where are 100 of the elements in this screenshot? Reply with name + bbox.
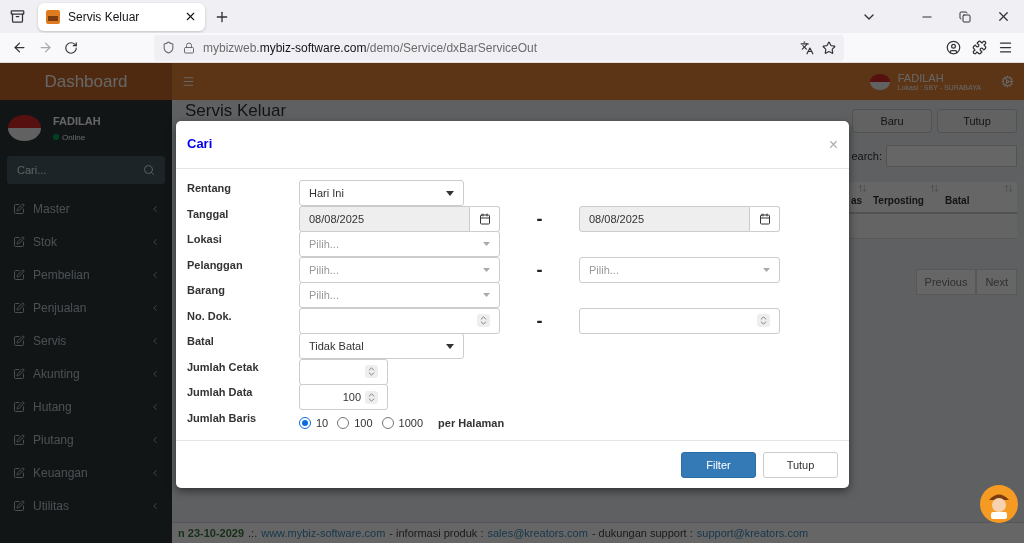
- chevron-icon: [150, 467, 160, 478]
- footer-link[interactable]: support@kreators.com: [696, 527, 809, 539]
- chevron-icon: [150, 434, 160, 445]
- edit-icon: [13, 268, 25, 281]
- close-button[interactable]: Tutup: [763, 451, 838, 478]
- filter-button[interactable]: Filter: [681, 451, 756, 478]
- combo-box[interactable]: Pilih...: [579, 256, 780, 283]
- radio-button[interactable]: [381, 417, 394, 430]
- field-label: Rentang: [187, 181, 232, 196]
- calendar-button[interactable]: [470, 205, 500, 232]
- range-dash: -: [535, 258, 544, 282]
- spinner-icon: [477, 314, 490, 327]
- combo-box[interactable]: Pilih...: [299, 256, 500, 283]
- combo-box[interactable]: Pilih...: [299, 282, 500, 308]
- field-label: Jumlah Data: [187, 385, 254, 400]
- translate-icon[interactable]: [800, 40, 814, 55]
- field-label: Tanggal: [187, 206, 230, 222]
- puzzle-icon[interactable]: [971, 40, 987, 55]
- calendar-icon: [758, 212, 771, 225]
- edit-icon: [13, 235, 25, 248]
- chevron-icon: [150, 368, 160, 379]
- suffix-text: per Halaman: [438, 417, 505, 430]
- chevron-icon: [150, 401, 160, 412]
- status-text: Online: [62, 132, 86, 142]
- range-dash: -: [535, 207, 544, 231]
- lock-icon: [183, 41, 195, 54]
- edit-icon: [13, 334, 25, 347]
- edit-icon: [13, 367, 25, 380]
- radio-option[interactable]: 10: [299, 417, 329, 430]
- dropdown[interactable]: Tidak Batal: [299, 333, 464, 359]
- page-button[interactable]: Baru: [852, 109, 932, 133]
- edit-icon: [13, 202, 25, 215]
- caret-icon: [483, 242, 490, 246]
- footer-text: - informasi produk :: [389, 527, 484, 539]
- dialog-title: Cari: [187, 136, 213, 151]
- combo-box[interactable]: Pilih...: [299, 231, 500, 257]
- star-icon[interactable]: [822, 40, 836, 55]
- status-dot: [53, 134, 59, 140]
- caret-icon: [446, 190, 454, 196]
- close-icon[interactable]: [184, 10, 197, 23]
- number-field[interactable]: [299, 307, 500, 334]
- page-title: Servis Keluar: [185, 101, 287, 120]
- field-label: Pelanggan: [187, 257, 244, 273]
- column-header[interactable]: as: [849, 182, 871, 212]
- close-button[interactable]: ×: [828, 135, 838, 154]
- edit-icon: [13, 400, 25, 413]
- user-name: FADILAH: [897, 71, 945, 85]
- chevron-icon: [150, 500, 160, 511]
- avatar-flag: [8, 114, 41, 142]
- shield-icon: [162, 41, 175, 54]
- field-label: Jumlah Baris: [187, 410, 258, 426]
- number-field[interactable]: 100: [299, 384, 388, 410]
- tab-list-icon[interactable]: [9, 9, 25, 24]
- assistant-icon[interactable]: [980, 485, 1018, 523]
- chevron-icon: [150, 236, 160, 247]
- calendar-icon: [478, 212, 491, 225]
- edit-icon: [13, 499, 25, 512]
- edit-icon: [13, 466, 25, 479]
- footer-text: - dukungan support :: [591, 527, 693, 539]
- user-name: FADILAH: [53, 114, 101, 127]
- footer-separator: .:.: [248, 527, 258, 539]
- radio-button[interactable]: [337, 417, 350, 430]
- reload-icon[interactable]: [64, 40, 78, 55]
- column-header[interactable]: Terposting: [871, 182, 943, 212]
- browser-tab[interactable]: Servis Keluar: [38, 2, 205, 31]
- number-field[interactable]: [579, 307, 780, 334]
- edit-icon: [13, 433, 25, 446]
- spinner-icon: [757, 314, 770, 327]
- range-dash: -: [535, 309, 544, 333]
- chevron-icon: [150, 302, 160, 313]
- chevron-icon: [150, 203, 160, 214]
- footer-link[interactable]: www.mybiz-software.com: [261, 527, 386, 539]
- caret-icon: [763, 267, 770, 272]
- brand-title[interactable]: Dashboard: [0, 63, 172, 100]
- menu-icon[interactable]: [997, 40, 1013, 55]
- caret-icon: [483, 293, 490, 297]
- radio-option[interactable]: 100: [337, 417, 373, 430]
- chevron-icon: [150, 269, 160, 280]
- radio-button[interactable]: [299, 417, 311, 430]
- caret-icon: [446, 343, 454, 349]
- restore-icon[interactable]: [959, 10, 971, 23]
- radio-option[interactable]: 1000: [381, 417, 424, 430]
- caret-icon: [483, 267, 490, 272]
- footer-link[interactable]: sales@kreators.com: [487, 527, 588, 539]
- field-label: Jumlah Cetak: [187, 359, 260, 375]
- spinner-icon: [365, 365, 378, 378]
- search-label: earch:: [851, 150, 882, 162]
- number-field[interactable]: [299, 358, 388, 385]
- calendar-button[interactable]: [750, 205, 780, 232]
- footer-date: n 23-10-2029: [178, 527, 245, 539]
- edit-icon: [13, 301, 25, 314]
- field-label: Barang: [187, 283, 226, 298]
- column-header[interactable]: Batal: [943, 182, 1017, 212]
- back-icon[interactable]: [11, 40, 27, 55]
- account-icon[interactable]: [945, 40, 961, 55]
- page-button[interactable]: Tutup: [937, 109, 1017, 133]
- dropdown[interactable]: Hari Ini: [299, 180, 464, 206]
- field-label: Batal: [187, 334, 215, 349]
- field-label: No. Dok.: [187, 308, 233, 324]
- address-bar[interactable]: mybizweb.mybiz-software.com/demo/Service/dxBarServiceOut: [154, 34, 844, 61]
